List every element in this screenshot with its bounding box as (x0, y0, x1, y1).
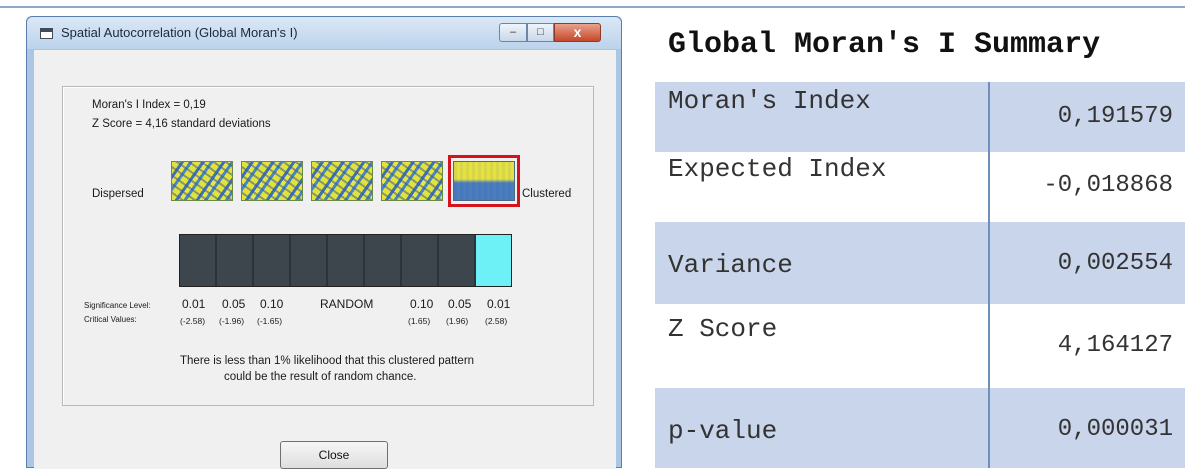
top-divider-line (0, 6, 1185, 8)
row-label-cell: Z Score (655, 304, 988, 388)
row-label: p-value (668, 416, 778, 446)
row-value-cell: -0,018868 (988, 152, 1185, 222)
critical-value: (-1.96) (219, 316, 245, 326)
random-pattern-image (311, 161, 373, 201)
significance-level: 0.05 (448, 297, 472, 311)
bar-segment-active (476, 235, 511, 286)
bar-segment (365, 235, 402, 286)
morans-index-text: Moran's I Index = 0,19 (92, 99, 206, 111)
table-row: Moran's Index 0,191579 (655, 82, 1185, 152)
column-divider (988, 82, 990, 468)
z-score-text: Z Score = 4,16 standard deviations (92, 118, 271, 130)
title-bar[interactable]: Spatial Autocorrelation (Global Moran's … (27, 17, 621, 49)
row-value-cell: 0,000031 (988, 388, 1185, 468)
significance-bar (179, 234, 512, 287)
table-row: Z Score 4,164127 (655, 304, 1185, 388)
row-label: Moran's Index (668, 86, 871, 116)
interpretation-line-2: could be the result of random chance. (224, 371, 417, 383)
interpretation-line-1: There is less than 1% likelihood that th… (180, 355, 475, 367)
bar-segment (291, 235, 328, 286)
row-value-cell: 0,002554 (988, 222, 1185, 304)
random-label: RANDOM (320, 297, 374, 311)
row-label-cell: Variance (655, 222, 988, 304)
row-label: Variance (668, 250, 793, 280)
row-label-cell: p-value (655, 388, 988, 468)
significance-level-label: Significance Level: (84, 301, 151, 310)
maximize-button[interactable]: □ (527, 23, 554, 42)
significance-level: 0.01 (487, 297, 511, 311)
close-button[interactable]: Close (280, 441, 388, 469)
clustered-highlight-frame (448, 155, 520, 207)
row-label-cell: Expected Index (655, 152, 988, 222)
critical-value: (2.58) (485, 316, 508, 326)
window-app-icon (40, 28, 53, 39)
semi-clustered-pattern-image (381, 161, 443, 201)
critical-values-label: Critical Values: (84, 315, 137, 324)
row-label: Z Score (668, 314, 778, 344)
significance-level: 0.05 (222, 297, 246, 311)
significance-level: 0.10 (260, 297, 284, 311)
close-window-button[interactable]: x (554, 23, 601, 42)
bar-segment (439, 235, 476, 286)
significance-level: 0.01 (182, 297, 206, 311)
window-title: Spatial Autocorrelation (Global Moran's … (61, 25, 298, 40)
critical-value: (-2.58) (180, 316, 206, 326)
critical-value: (-1.65) (257, 316, 283, 326)
bar-segment (217, 235, 254, 286)
critical-value: (1.96) (446, 316, 469, 326)
row-value-cell: 4,164127 (988, 304, 1185, 388)
row-value: 0,191579 (1057, 103, 1173, 130)
row-value: 0,002554 (1057, 250, 1173, 277)
bar-segment (180, 235, 217, 286)
minimize-button[interactable]: – (499, 23, 527, 42)
bar-segment (254, 235, 291, 286)
clustered-label: Clustered (522, 188, 572, 200)
row-value: 0,000031 (1057, 416, 1173, 443)
semi-dispersed-pattern-image (241, 161, 303, 201)
row-label: Expected Index (668, 154, 887, 184)
summary-table: Moran's Index 0,191579 Expected Index -0… (655, 82, 1185, 468)
moran-dialog-window: Spatial Autocorrelation (Global Moran's … (26, 16, 622, 469)
significance-level: 0.10 (410, 297, 434, 311)
critical-value: (1.65) (408, 316, 431, 326)
table-row: Expected Index -0,018868 (655, 152, 1185, 222)
dispersed-label: Dispersed (92, 188, 144, 200)
row-label-cell: Moran's Index (655, 82, 988, 152)
table-row: Variance 0,002554 (655, 222, 1185, 304)
summary-title: Global Moran's I Summary (668, 28, 1101, 62)
bar-segment (328, 235, 365, 286)
bar-segment (402, 235, 439, 286)
table-row: p-value 0,000031 (655, 388, 1185, 468)
row-value: -0,018868 (1043, 172, 1173, 199)
row-value-cell: 0,191579 (988, 82, 1185, 152)
dispersed-pattern-image (171, 161, 233, 201)
dialog-client-area: Moran's I Index = 0,19 Z Score = 4,16 st… (34, 50, 616, 469)
row-value: 4,164127 (1057, 332, 1173, 359)
